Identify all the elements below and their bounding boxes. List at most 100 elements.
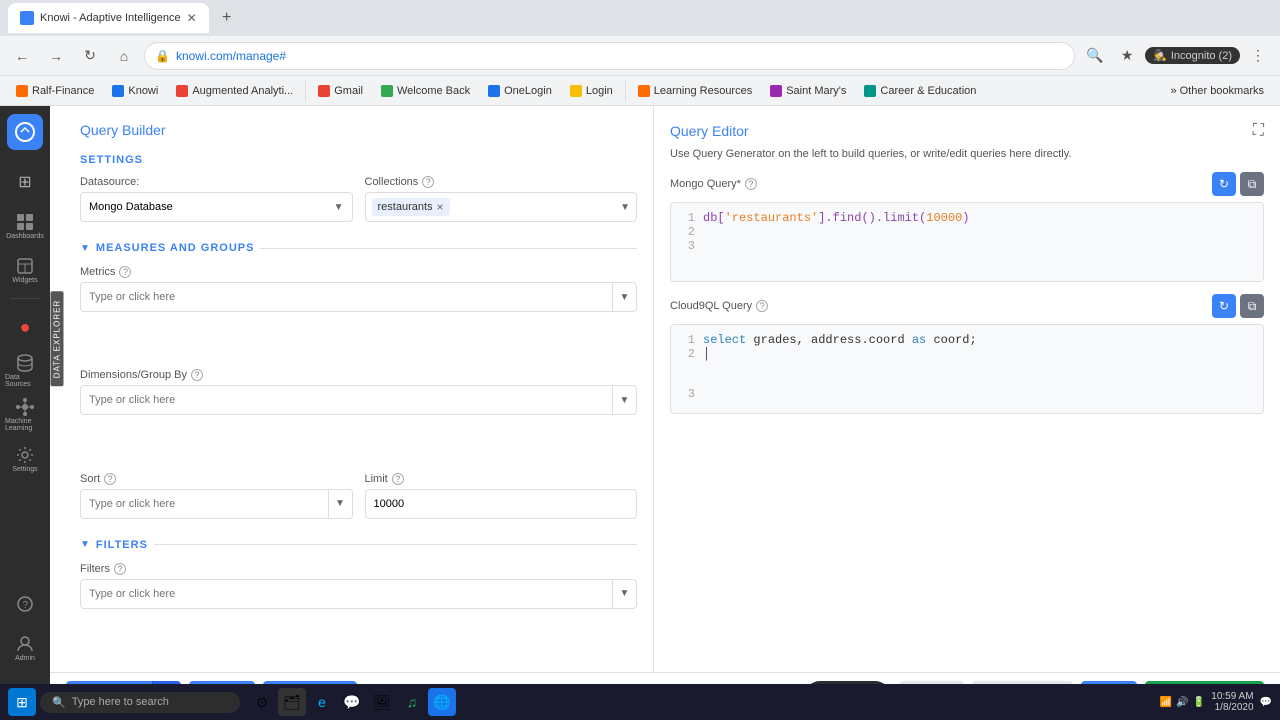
bookmark-augmented[interactable]: Augmented Analyti... (168, 82, 301, 100)
bookmark-welcome[interactable]: Welcome Back (373, 82, 478, 100)
bookmark-more[interactable]: » Other bookmarks (1162, 82, 1272, 100)
refresh-button[interactable]: ↻ (76, 42, 104, 70)
browser-tab[interactable]: Knowi - Adaptive Intelligence ✕ (8, 3, 209, 33)
bookmark-favicon (176, 85, 188, 97)
mongo-query-refresh-button[interactable]: ↻ (1212, 172, 1236, 196)
collections-help-icon[interactable]: ? (422, 176, 434, 188)
sidebar-item-settings[interactable]: Settings (5, 439, 45, 479)
ml-icon (16, 398, 34, 416)
bookmark-ralf-finance[interactable]: Ralf-Finance (8, 82, 102, 100)
incognito-badge[interactable]: 🕵 Incognito (2) (1145, 47, 1240, 64)
query-editor-panel: Query Editor ⛶ Use Query Generator on th… (654, 106, 1280, 672)
datasource-arrow: ▼ (334, 202, 344, 213)
bookmark-career[interactable]: Career & Education (856, 82, 984, 100)
dimensions-label: Dimensions/Group By ? (80, 369, 637, 381)
sidebar-item-ml[interactable]: Machine Learning (5, 395, 45, 435)
filters-dropdown-arrow[interactable]: ▼ (612, 580, 636, 608)
tray-battery-icon[interactable]: 🔋 (1193, 697, 1205, 708)
sidebar-item-widgets[interactable]: Widgets (5, 250, 45, 290)
bookmark-gmail[interactable]: Gmail (310, 82, 371, 100)
taskbar-app-browser[interactable]: 🌐 (428, 688, 456, 716)
tray-network-icon[interactable]: 📶 (1160, 697, 1172, 708)
cloud9sql-query-header: Cloud9QL Query ? ↻ ⧉ (670, 294, 1264, 318)
taskbar-app-photos[interactable]: 🖼 (368, 688, 396, 716)
filters-help-icon[interactable]: ? (114, 563, 126, 575)
measures-chevron: ▼ (80, 243, 90, 254)
sort-dropdown-arrow[interactable]: ▼ (328, 490, 352, 518)
bookmark-knowi[interactable]: Knowi (104, 82, 166, 100)
new-tab-button[interactable]: + (213, 4, 241, 32)
data-explorer-tab[interactable]: DATA EXPLORER (51, 292, 64, 387)
sort-input[interactable]: ▼ (80, 489, 353, 519)
bookmark-learning[interactable]: Learning Resources (630, 82, 760, 100)
metrics-text-input[interactable] (81, 291, 612, 303)
taskbar-app-spotify[interactable]: ♫ (398, 688, 426, 716)
sort-help-icon[interactable]: ? (104, 473, 116, 485)
tab-close-button[interactable]: ✕ (187, 11, 197, 25)
start-button[interactable]: ⊞ (8, 688, 36, 716)
sidebar-item-admin[interactable]: Admin (5, 628, 45, 668)
dimensions-text-input[interactable] (81, 394, 612, 406)
forward-button[interactable]: → (42, 42, 70, 70)
datasource-select[interactable]: Mongo Database ▼ (80, 192, 353, 222)
sidebar-item-home[interactable]: ⊞ (5, 162, 45, 202)
home-button[interactable]: ⌂ (110, 42, 138, 70)
sidebar-item-help[interactable]: ? (5, 584, 45, 624)
sidebar-item-data-sources[interactable]: ● (5, 307, 45, 347)
limit-input[interactable] (365, 489, 638, 519)
cloud9sql-copy-button[interactable]: ⧉ (1240, 294, 1264, 318)
editor-title: Query Editor (670, 123, 749, 139)
metrics-help-icon[interactable]: ? (119, 266, 131, 278)
bookmark-star-icon[interactable]: ★ (1113, 42, 1141, 70)
measures-section-header[interactable]: ▼ MEASURES AND GROUPS (80, 242, 637, 254)
bookmark-label: Learning Resources (654, 85, 752, 97)
filters-text-input[interactable] (81, 588, 612, 600)
filters-input[interactable]: ▼ (80, 579, 637, 609)
dimensions-help-icon[interactable]: ? (191, 369, 203, 381)
back-button[interactable]: ← (8, 42, 36, 70)
tray-clock[interactable]: 10:59 AM 1/8/2020 (1211, 691, 1253, 713)
mongo-query-editor[interactable]: 1 db['restaurants'].find().limit(10000) … (670, 202, 1264, 282)
cloud9sql-refresh-button[interactable]: ↻ (1212, 294, 1236, 318)
filters-section-header[interactable]: ▼ FILTERS (80, 539, 637, 551)
sidebar-item-data-sources-label[interactable]: Data Sources (5, 351, 45, 391)
cloud9sql-query-title: Cloud9QL Query ? (670, 300, 768, 312)
app-sidebar: ⊞ Dashboards Widgets ● (0, 106, 50, 720)
dimensions-input[interactable]: ▼ (80, 385, 637, 415)
editor-expand-button[interactable]: ⛶ (1253, 122, 1264, 140)
help-icon: ? (16, 595, 34, 613)
bookmark-login[interactable]: Login (562, 82, 621, 100)
tray-notifications-icon[interactable]: 💬 (1260, 697, 1272, 708)
collection-tag-remove[interactable]: × (437, 200, 444, 214)
search-icon[interactable]: 🔍 (1081, 42, 1109, 70)
metrics-input[interactable]: ▼ (80, 282, 637, 312)
taskbar-app-edge[interactable]: e (308, 688, 336, 716)
limit-help-icon[interactable]: ? (392, 473, 404, 485)
collections-label: Collections ? (365, 176, 638, 188)
app-logo[interactable] (7, 114, 43, 150)
mongo-query-help-icon[interactable]: ? (745, 178, 757, 190)
bookmark-saint-marys[interactable]: Saint Mary's (762, 82, 854, 100)
collections-dropdown-arrow[interactable]: ▼ (620, 202, 630, 213)
cloud9sql-help-icon[interactable]: ? (756, 300, 768, 312)
toolbar-icons: 🔍 ★ 🕵 Incognito (2) ⋮ (1081, 42, 1272, 70)
sidebar-item-dashboards[interactable]: Dashboards (5, 206, 45, 246)
mongo-query-copy-button[interactable]: ⧉ (1240, 172, 1264, 196)
taskbar-search-icon: 🔍 (52, 696, 66, 709)
taskbar-app-files[interactable]: 🗂 (278, 688, 306, 716)
metrics-dropdown-arrow[interactable]: ▼ (612, 283, 636, 311)
measures-label: MEASURES AND GROUPS (96, 242, 255, 254)
ml-label: Machine Learning (5, 418, 45, 432)
cloud9sql-query-editor[interactable]: 1 select grades, address.coord as coord;… (670, 324, 1264, 414)
bookmark-label: Ralf-Finance (32, 85, 94, 97)
taskbar-app-cortana[interactable]: ⊙ (248, 688, 276, 716)
address-bar[interactable]: 🔒 knowi.com/manage# (144, 42, 1075, 70)
tray-volume-icon[interactable]: 🔊 (1176, 697, 1188, 708)
bookmark-onelogin[interactable]: OneLogin (480, 82, 560, 100)
taskbar-search[interactable]: 🔍 Type here to search (40, 692, 240, 713)
dimensions-dropdown-arrow[interactable]: ▼ (612, 386, 636, 414)
menu-icon[interactable]: ⋮ (1244, 42, 1272, 70)
sort-text-input[interactable] (81, 498, 328, 510)
taskbar-app-teams[interactable]: 💬 (338, 688, 366, 716)
collections-field[interactable]: restaurants × ▼ (365, 192, 638, 222)
